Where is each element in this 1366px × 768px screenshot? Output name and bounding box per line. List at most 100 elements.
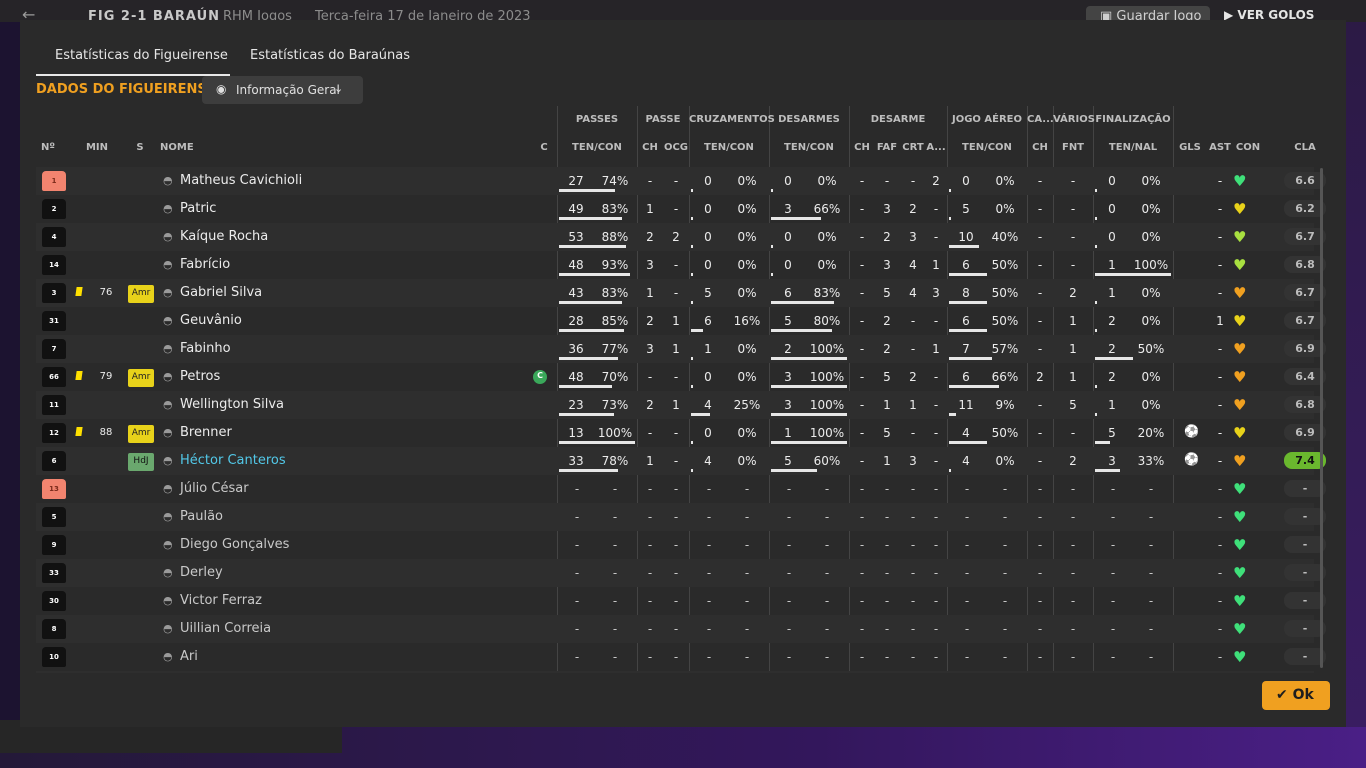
table-row[interactable]: 8 ◓ Uillian Correia - - - - - - - - - - - - - - - - - - - ♥ -: [36, 615, 1326, 643]
minute-value: 79: [99, 371, 113, 382]
table-row[interactable]: 31 ◓ Geuvânio 28 85% 2 1 6 16% 5 80% - 2 - - 6 50% - 1 2 0% 1…: [36, 307, 1326, 335]
pass-ocg: -: [673, 538, 679, 552]
tackles-pct: 60%: [813, 454, 841, 468]
aerial-pct: -: [1002, 622, 1008, 636]
crosses-bar: [691, 217, 693, 220]
player-name[interactable]: Matheus Cavichioli: [180, 173, 302, 188]
column-header-f_tn[interactable]: TEN/NAL: [1093, 142, 1173, 153]
table-row[interactable]: 7 ◓ Fabinho 36 77% 3 1 1 0% 2 100% -2-1 7 57% -1 2 50% - ♥…: [36, 335, 1326, 363]
player-name[interactable]: Fabrício: [180, 257, 230, 272]
condition-heart-icon: ♥: [1233, 592, 1247, 610]
view-select-label: Informação Geral: [236, 83, 340, 97]
player-name[interactable]: Kaíque Rocha: [180, 229, 268, 244]
ca-ch: -: [1037, 510, 1043, 524]
aerial-bar: [949, 245, 979, 248]
player-name[interactable]: Gabriel Silva: [180, 285, 262, 300]
table-row[interactable]: 5 ◓ Paulão - - - - - - - - - - - - - - - - - - - ♥ -: [36, 503, 1326, 531]
table-row[interactable]: 6 HdJ ◓ Héctor Canteros 33 78% 1 - 4 0% 5 60% - 1 3 - 4 0…: [36, 447, 1326, 475]
player-name[interactable]: Ari: [180, 649, 198, 664]
table-row[interactable]: 30 ◓ Victor Ferraz - - - - - - - - - - - - - - - - - - - ♥ -: [36, 587, 1326, 615]
condition-heart-icon: ♥: [1233, 620, 1247, 638]
shooting-pct: 100%: [1133, 258, 1169, 272]
ok-button[interactable]: ✔ Ok: [1262, 681, 1330, 710]
tackle-d_ch: -: [859, 454, 865, 468]
column-header-p_ocg[interactable]: OCG: [663, 142, 689, 153]
ca-ch: -: [1037, 594, 1043, 608]
crosses-value: -: [706, 594, 712, 608]
player-name[interactable]: Júlio César: [180, 481, 249, 496]
table-row[interactable]: 1 ◓ Matheus Cavichioli 27 74% - - 0 0% 0 0% - - - 2 0 0%…: [36, 167, 1326, 195]
tab-figueirense-stats[interactable]: Estatísticas do Figueirense: [55, 48, 228, 63]
column-header-d_a[interactable]: A...: [925, 142, 947, 153]
column-header-cla[interactable]: CLA: [1279, 142, 1326, 153]
column-header-ae_tc[interactable]: TEN/CON: [947, 142, 1027, 153]
column-header-nome[interactable]: NOME: [160, 142, 220, 153]
position-badge: HdJ: [128, 453, 154, 471]
shirt-number-badge: 14: [42, 255, 66, 275]
column-header-ast[interactable]: AST: [1206, 142, 1234, 153]
player-name[interactable]: Patric: [180, 201, 216, 216]
tackle-d_crt: -: [910, 538, 916, 552]
table-row[interactable]: 13 ◓ Júlio César - - - - - - - - - - - - - - - - - - - ♥ -: [36, 475, 1326, 503]
tab-baraunas-stats[interactable]: Estatísticas do Baraúnas: [250, 48, 410, 63]
passes-pct: 70%: [601, 370, 629, 384]
table-row[interactable]: 2 ◓ Patric 49 83% 1-0 0% 3 66% -3 2-5 0% - -0 0% - ♥ 6.2: [36, 195, 1326, 223]
player-name[interactable]: Petros: [180, 369, 220, 384]
condition-heart-icon: ♥: [1233, 536, 1247, 554]
column-header-ps_tc[interactable]: TEN/CON: [557, 142, 637, 153]
tackle-d_crt: -: [910, 510, 916, 524]
column-header-con[interactable]: CON: [1234, 142, 1262, 153]
player-name[interactable]: Brenner: [180, 425, 232, 440]
shooting-value: 3: [1108, 454, 1116, 468]
column-header-d_ch[interactable]: CH: [851, 142, 873, 153]
passes-value: -: [574, 566, 580, 580]
passes-value: -: [574, 538, 580, 552]
table-row[interactable]: 11 ◓ Wellington Silva 23 73% 2 1 4 25% 3 100% -1 1-1…: [36, 391, 1326, 419]
player-name[interactable]: Diego Gonçalves: [180, 537, 289, 552]
table-row[interactable]: 33 ◓ Derley - - - - - - - - - - - - - - - - - - - ♥ -: [36, 559, 1326, 587]
player-name[interactable]: Geuvânio: [180, 313, 242, 328]
player-name[interactable]: Derley: [180, 565, 223, 580]
column-header-c[interactable]: C: [530, 142, 558, 153]
player-name[interactable]: Paulão: [180, 509, 223, 524]
player-name[interactable]: Victor Ferraz: [180, 593, 262, 608]
tackle-d_ch: -: [859, 202, 865, 216]
table-row[interactable]: 9 ◓ Diego Gonçalves - - - - - - - - - - - - - - - - - - - ♥ -: [36, 531, 1326, 559]
column-header-min[interactable]: MIN: [80, 142, 114, 153]
table-row[interactable]: 12 88 Amr ◓ Brenner 13 100% - -0 0% 1 100% -5- -4 50% -…: [36, 419, 1326, 447]
player-name[interactable]: Fabinho: [180, 341, 231, 356]
tackle-d_faf: 5: [883, 286, 891, 300]
crosses-pct: -: [744, 622, 750, 636]
column-header-d_crt[interactable]: CRT: [900, 142, 926, 153]
table-scrollbar[interactable]: [1320, 168, 1323, 668]
table-row[interactable]: 4 ◓ Kaíque Rocha 53 88% 2 2 0 0% 0 0% - 2 3 - 10 40% - - 0 0…: [36, 223, 1326, 251]
pass-ocg: -: [673, 482, 679, 496]
player-name[interactable]: Uillian Correia: [180, 621, 271, 636]
assists: -: [1217, 258, 1223, 272]
column-header-ds_tc[interactable]: TEN/CON: [769, 142, 849, 153]
pass-ocg: 2: [672, 230, 680, 244]
column-header-ca_ch[interactable]: CH: [1027, 142, 1053, 153]
tackle-d_faf: -: [884, 174, 890, 188]
column-header-s[interactable]: S: [132, 142, 148, 153]
tackles-pct: -: [824, 650, 830, 664]
tackle-d_a: -: [933, 398, 939, 412]
column-header-v_fnt[interactable]: FNT: [1053, 142, 1093, 153]
table-row[interactable]: 14 ◓ Fabrício 48 93% 3 - 0 0% 0 0% - 3 4 1 6 50% - - 1 100% -…: [36, 251, 1326, 279]
table-row[interactable]: 3 76 Amr ◓ Gabriel Silva 43 83% 1-5 0% 6 83% -5 4 3 8 5…: [36, 279, 1326, 307]
table-row[interactable]: 66 79 Amr ◓ Petros C 48 70% - -0 0% 3 100% -5 2-6 66% 2 1…: [36, 363, 1326, 391]
column-header-p_ch[interactable]: CH: [639, 142, 661, 153]
assists: 1: [1216, 314, 1224, 328]
crosses-pct: 16%: [733, 314, 761, 328]
player-name[interactable]: Wellington Silva: [180, 397, 284, 412]
aerial-value: -: [964, 482, 970, 496]
column-header-cz_tc[interactable]: TEN/CON: [689, 142, 769, 153]
player-name[interactable]: Héctor Canteros: [180, 453, 286, 468]
column-header-gls[interactable]: GLS: [1176, 142, 1204, 153]
column-header-d_faf[interactable]: FAF: [874, 142, 900, 153]
table-row[interactable]: 10 ◓ Ari - - - - - - - - - - - - - - - - - - - ♥ -: [36, 643, 1326, 671]
pass-ocg: -: [673, 258, 679, 272]
column-header-n[interactable]: Nº: [36, 142, 60, 153]
view-select-dropdown[interactable]: ◉ Informação Geral ⌄: [202, 76, 363, 104]
condition-heart-icon: ♥: [1233, 340, 1247, 358]
